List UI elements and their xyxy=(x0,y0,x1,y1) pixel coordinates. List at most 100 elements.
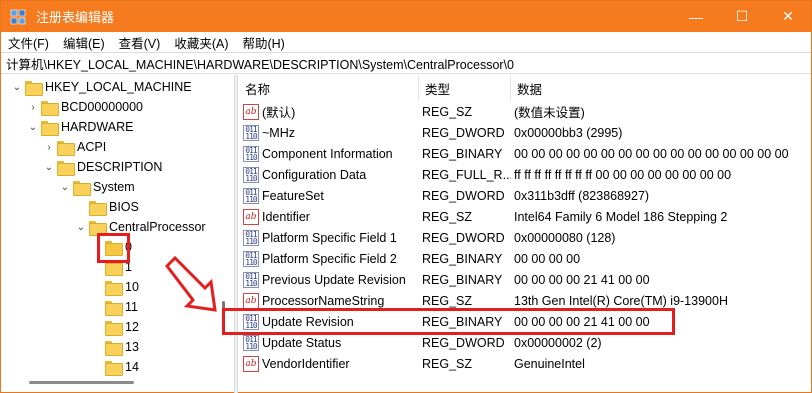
value-name-cell: 011 110 Update Status xyxy=(239,332,419,353)
value-type: REG_BINARY xyxy=(422,251,503,266)
value-row[interactable]: 011 110 Platform Specific Field 1 REG_DWORD… xyxy=(239,227,811,248)
value-row[interactable]: ab VendorIdentifier REG_SZ GenuineIntel xyxy=(239,353,811,374)
folder-icon xyxy=(73,180,91,196)
tree-item-label: HARDWARE xyxy=(61,120,134,134)
value-type: REG_SZ xyxy=(422,209,473,224)
highlight-box-key-0 xyxy=(97,233,130,263)
tree-item-system[interactable]: ⌄ System xyxy=(59,177,135,197)
value-name-cell: 011 110 Platform Specific Field 2 xyxy=(239,248,419,269)
value-type: REG_DWORD xyxy=(422,125,505,140)
close-button[interactable]: ✕ xyxy=(765,1,811,32)
expand-arrow-icon[interactable]: › xyxy=(27,97,39,117)
collapse-arrow-icon[interactable]: ⌄ xyxy=(59,177,71,197)
tree-item-hklm[interactable]: ⌄ HKEY_LOCAL_MACHINE xyxy=(11,77,192,97)
value-name: VendorIdentifier xyxy=(262,356,350,371)
collapse-arrow-icon[interactable]: ⌄ xyxy=(75,217,87,237)
value-name: ~MHz xyxy=(262,125,295,140)
value-data: 00 00 00 00 21 41 00 00 xyxy=(514,272,650,287)
minimize-button[interactable]: — xyxy=(673,1,719,32)
string-value-icon: ab xyxy=(243,208,259,225)
tree-item-13[interactable]: 13 xyxy=(91,337,139,357)
value-row[interactable]: 011 110 Previous Update Revision REG_BINARY… xyxy=(239,269,811,290)
value-row[interactable]: ab (默认) REG_SZ (数值未设置) xyxy=(239,101,811,122)
tree-item-10[interactable]: 10 xyxy=(91,277,139,297)
address-bar[interactable]: 计算机\HKEY_LOCAL_MACHINE\HARDWARE\DESCRIPT… xyxy=(1,52,811,74)
value-name: Platform Specific Field 1 xyxy=(262,230,397,245)
tree-item-description[interactable]: ⌄ DESCRIPTION xyxy=(43,157,162,177)
tree-item-bios[interactable]: BIOS xyxy=(75,197,139,217)
tree-item-label: 12 xyxy=(125,320,139,334)
value-row[interactable]: 011 110 ~MHz REG_DWORD 0x00000bb3 (2995) xyxy=(239,122,811,143)
list-horizontal-scrollbar[interactable] xyxy=(239,373,811,393)
minimize-icon: — xyxy=(689,8,703,25)
value-row[interactable]: ab Identifier REG_SZ Intel64 Family 6 Model… xyxy=(239,206,811,227)
value-data: 0x00000080 (128) xyxy=(514,230,616,245)
pane-splitter[interactable] xyxy=(234,75,238,393)
menu-favorites[interactable]: 收藏夹(A) xyxy=(167,33,235,52)
binary-value-icon: 011 110 xyxy=(243,145,259,162)
value-row[interactable]: 011 110 Update Status REG_DWORD 0x00000002 (… xyxy=(239,332,811,353)
scrollbar-thumb[interactable] xyxy=(29,381,134,384)
regedit-app-icon xyxy=(10,9,26,25)
value-name-cell: 011 110 FeatureSet xyxy=(239,185,419,206)
value-name-cell: ab VendorIdentifier xyxy=(239,353,419,374)
value-row[interactable]: 011 110 Configuration Data REG_FULL_R... ff … xyxy=(239,164,811,185)
folder-icon xyxy=(41,100,59,116)
tree-arrow-placeholder xyxy=(91,337,103,357)
folder-icon xyxy=(105,360,123,376)
highlight-box-update-revision xyxy=(222,308,675,335)
value-data: Intel64 Family 6 Model 186 Stepping 2 xyxy=(514,209,728,224)
tree-item-acpi[interactable]: › ACPI xyxy=(43,137,106,157)
menu-edit[interactable]: 编辑(E) xyxy=(56,33,112,52)
binary-value-icon: 011 110 xyxy=(243,334,259,351)
value-type: REG_DWORD xyxy=(422,230,505,245)
value-name: Platform Specific Field 2 xyxy=(262,251,397,266)
tree-arrow-placeholder xyxy=(91,297,103,317)
tree-item-12[interactable]: 12 xyxy=(91,317,139,337)
tree-arrow-placeholder xyxy=(91,317,103,337)
value-name-cell: 011 110 ~MHz xyxy=(239,122,419,143)
tree-item-label: 14 xyxy=(125,360,139,374)
value-data: 0x311b3dff (823868927) xyxy=(514,188,650,203)
maximize-button[interactable]: ☐ xyxy=(719,1,765,32)
string-value-icon: ab xyxy=(243,103,259,120)
tree-item-bcd[interactable]: › BCD00000000 xyxy=(27,97,143,117)
value-name: Previous Update Revision xyxy=(262,272,406,287)
collapse-arrow-icon[interactable]: ⌄ xyxy=(11,77,23,97)
menu-view[interactable]: 查看(V) xyxy=(112,33,168,52)
close-icon: ✕ xyxy=(782,8,794,24)
folder-icon xyxy=(57,140,75,156)
title-bar: 注册表编辑器 — ☐ ✕ xyxy=(1,1,811,32)
value-row[interactable]: 011 110 FeatureSet REG_DWORD 0x311b3dff (823… xyxy=(239,185,811,206)
tree-item-label: ACPI xyxy=(77,140,107,154)
tree-item-hardware[interactable]: ⌄ HARDWARE xyxy=(27,117,133,137)
tree-arrow-placeholder xyxy=(75,197,87,217)
folder-icon xyxy=(41,120,59,136)
folder-icon xyxy=(105,340,123,356)
tree-horizontal-scrollbar[interactable] xyxy=(1,373,234,393)
value-data: 00 00 00 00 00 00 00 00 00 00 00 00 00 0… xyxy=(514,146,789,161)
menu-help[interactable]: 帮助(H) xyxy=(235,33,291,52)
menu-file[interactable]: 文件(F) xyxy=(1,33,56,52)
tree-item-centralprocessor[interactable]: ⌄ CentralProcessor xyxy=(75,217,206,237)
column-header-data[interactable]: 数据 xyxy=(511,75,811,101)
column-header-type[interactable]: 类型 xyxy=(419,75,511,101)
value-row[interactable]: 011 110 Platform Specific Field 2 REG_BINAR… xyxy=(239,248,811,269)
value-data: GenuineIntel xyxy=(514,356,585,371)
binary-value-icon: 011 110 xyxy=(243,187,259,204)
value-data: (数值未设置) xyxy=(514,106,585,120)
column-header-name[interactable]: 名称 xyxy=(239,75,419,101)
values-list: 名称 类型 数据 ab (默认) REG_SZ (数值未设置) 011 110 ~MHz RE… xyxy=(239,75,811,393)
value-row[interactable]: 011 110 Component Information REG_BINARY 00 … xyxy=(239,143,811,164)
collapse-arrow-icon[interactable]: ⌄ xyxy=(27,117,39,137)
value-name-cell: 011 110 Previous Update Revision xyxy=(239,269,419,290)
value-name-cell: 011 110 Platform Specific Field 1 xyxy=(239,227,419,248)
collapse-arrow-icon[interactable]: ⌄ xyxy=(43,157,55,177)
folder-icon xyxy=(89,220,107,236)
binary-value-icon: 011 110 xyxy=(243,166,259,183)
string-value-icon: ab xyxy=(243,292,259,309)
registry-editor-window: 注册表编辑器 — ☐ ✕ 文件(F) 编辑(E) 查看(V) 收藏夹(A) 帮助… xyxy=(0,0,812,393)
tree-item-11[interactable]: 11 xyxy=(91,297,138,317)
value-type: REG_DWORD xyxy=(422,335,505,350)
expand-arrow-icon[interactable]: › xyxy=(43,137,55,157)
